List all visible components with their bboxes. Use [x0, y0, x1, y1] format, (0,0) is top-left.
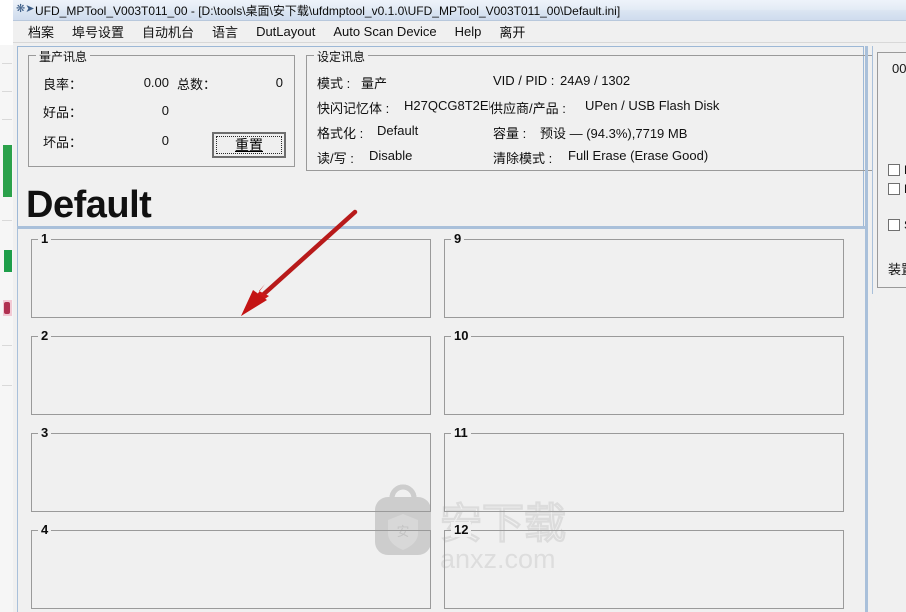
- settings-info-title: 设定讯息: [314, 48, 369, 65]
- mode-value: 量产: [361, 76, 388, 91]
- menu-item-port-settings[interactable]: 埠号设置: [63, 20, 133, 43]
- menu-item-auto-machine[interactable]: 自动机台: [133, 20, 203, 43]
- vendor-value: UPen / USB Flash Disk: [585, 98, 720, 113]
- capacity-value: 预设 — (94.3%),7719 MB: [540, 126, 688, 141]
- erase-mode-label: 清除模式 :: [493, 151, 553, 166]
- dut-cell-3[interactable]: 3: [31, 425, 431, 512]
- vidpid-label: VID / PID :: [493, 73, 555, 88]
- dut-cell-10[interactable]: 10: [444, 328, 844, 415]
- menu-item-file[interactable]: 档案: [19, 20, 63, 43]
- menu-item-language[interactable]: 语言: [203, 20, 247, 43]
- dut-cell-9[interactable]: 9: [444, 231, 844, 318]
- vidpid-value: 24A9 / 1302: [560, 73, 631, 88]
- dut-cell-1[interactable]: 1: [31, 231, 431, 318]
- layout-title: Default: [26, 184, 152, 226]
- vendor-label: 供应商/产品 :: [490, 101, 566, 116]
- dut-number: 4: [38, 522, 52, 537]
- menu-item-help[interactable]: Help: [446, 22, 491, 41]
- menu-item-dutlayout[interactable]: DutLayout: [247, 22, 324, 41]
- checkbox-box: [888, 183, 900, 195]
- side-panel-number: 00: [892, 61, 906, 76]
- format-label: 格式化 :: [317, 126, 364, 141]
- dut-cell-11[interactable]: 11: [444, 425, 844, 512]
- background-green-badge: [4, 250, 12, 272]
- settings-info-group: 设定讯息 模式 : 量产 VID / PID : 24A9 / 1302 快闪记…: [306, 48, 876, 171]
- client-area: 量产讯息 良率： 0.00 总数： 0 好品： 0 坏品： 0 重置 设定讯息: [13, 44, 906, 612]
- dut-number: 11: [451, 425, 471, 440]
- side-panel: 00 H P S 装置: [872, 46, 906, 294]
- main-window: ❋➤ UFD_MPTool_V003T011_00 - [D:\tools\桌面…: [13, 0, 906, 612]
- window-title: UFD_MPTool_V003T011_00 - [D:\tools\桌面\安下…: [35, 3, 621, 18]
- production-info-title: 量产讯息: [36, 48, 91, 65]
- total-value: 0: [275, 75, 283, 90]
- mode-label: 模式 :: [317, 76, 351, 91]
- bad-label: 坏品：: [43, 135, 83, 150]
- dut-number: 9: [451, 231, 465, 246]
- dut-number: 1: [38, 231, 52, 246]
- good-value: 0: [161, 103, 169, 118]
- dut-cell-2[interactable]: 2: [31, 328, 431, 415]
- menu-item-exit[interactable]: 离开: [490, 20, 534, 43]
- title-bar: ❋➤ UFD_MPTool_V003T011_00 - [D:\tools\桌面…: [13, 0, 906, 21]
- dut-grid-pane: 安 安下载 anxz.com 1 2 3 4 9 10 11 12: [17, 226, 868, 612]
- checkbox-box: [888, 219, 900, 231]
- dut-cell-12[interactable]: 12: [444, 522, 844, 609]
- dut-number: 12: [451, 522, 472, 537]
- checkbox-h[interactable]: H: [888, 163, 906, 177]
- side-panel-inner: 00 H P S 装置: [877, 52, 906, 288]
- readwrite-value: Disable: [369, 148, 413, 163]
- dut-number: 3: [38, 425, 52, 440]
- checkbox-box: [888, 164, 900, 176]
- readwrite-label: 读/写 :: [317, 151, 354, 166]
- menu-bar: 档案 埠号设置 自动机台 语言 DutLayout Auto Scan Devi…: [13, 21, 906, 43]
- capacity-label: 容量 :: [493, 126, 527, 141]
- reset-button-label: 重置: [235, 137, 263, 153]
- yield-value: 0.00: [143, 75, 169, 90]
- dut-number: 10: [451, 328, 472, 343]
- device-label: 装置: [888, 262, 906, 277]
- app-fish-icon: ❋➤: [16, 3, 35, 15]
- good-label: 好品：: [43, 105, 83, 120]
- app-root: ❋➤ UFD_MPTool_V003T011_00 - [D:\tools\桌面…: [0, 0, 906, 612]
- reset-button[interactable]: 重置: [212, 132, 286, 158]
- info-pane-right-edge: [865, 46, 868, 232]
- flash-label: 快闪记忆体 :: [317, 101, 390, 116]
- flash-value: H27QCG8T2ED: [404, 98, 490, 113]
- background-green-bar: [3, 145, 12, 197]
- production-info-group: 量产讯息 良率： 0.00 总数： 0 好品： 0 坏品： 0 重置: [28, 48, 295, 167]
- dut-number: 2: [38, 328, 52, 343]
- dut-cell-4[interactable]: 4: [31, 522, 431, 609]
- erase-mode-value: Full Erase (Erase Good): [568, 148, 709, 163]
- background-window-sliver: [0, 45, 14, 612]
- checkbox-p[interactable]: P: [888, 182, 906, 196]
- format-value: Default: [377, 123, 419, 138]
- yield-label: 良率：: [43, 77, 83, 92]
- menu-item-auto-scan-device[interactable]: Auto Scan Device: [324, 22, 445, 41]
- background-red-mark: [4, 302, 10, 314]
- bad-value: 0: [161, 133, 169, 148]
- total-label: 总数：: [177, 77, 217, 92]
- checkbox-s[interactable]: S: [888, 218, 906, 232]
